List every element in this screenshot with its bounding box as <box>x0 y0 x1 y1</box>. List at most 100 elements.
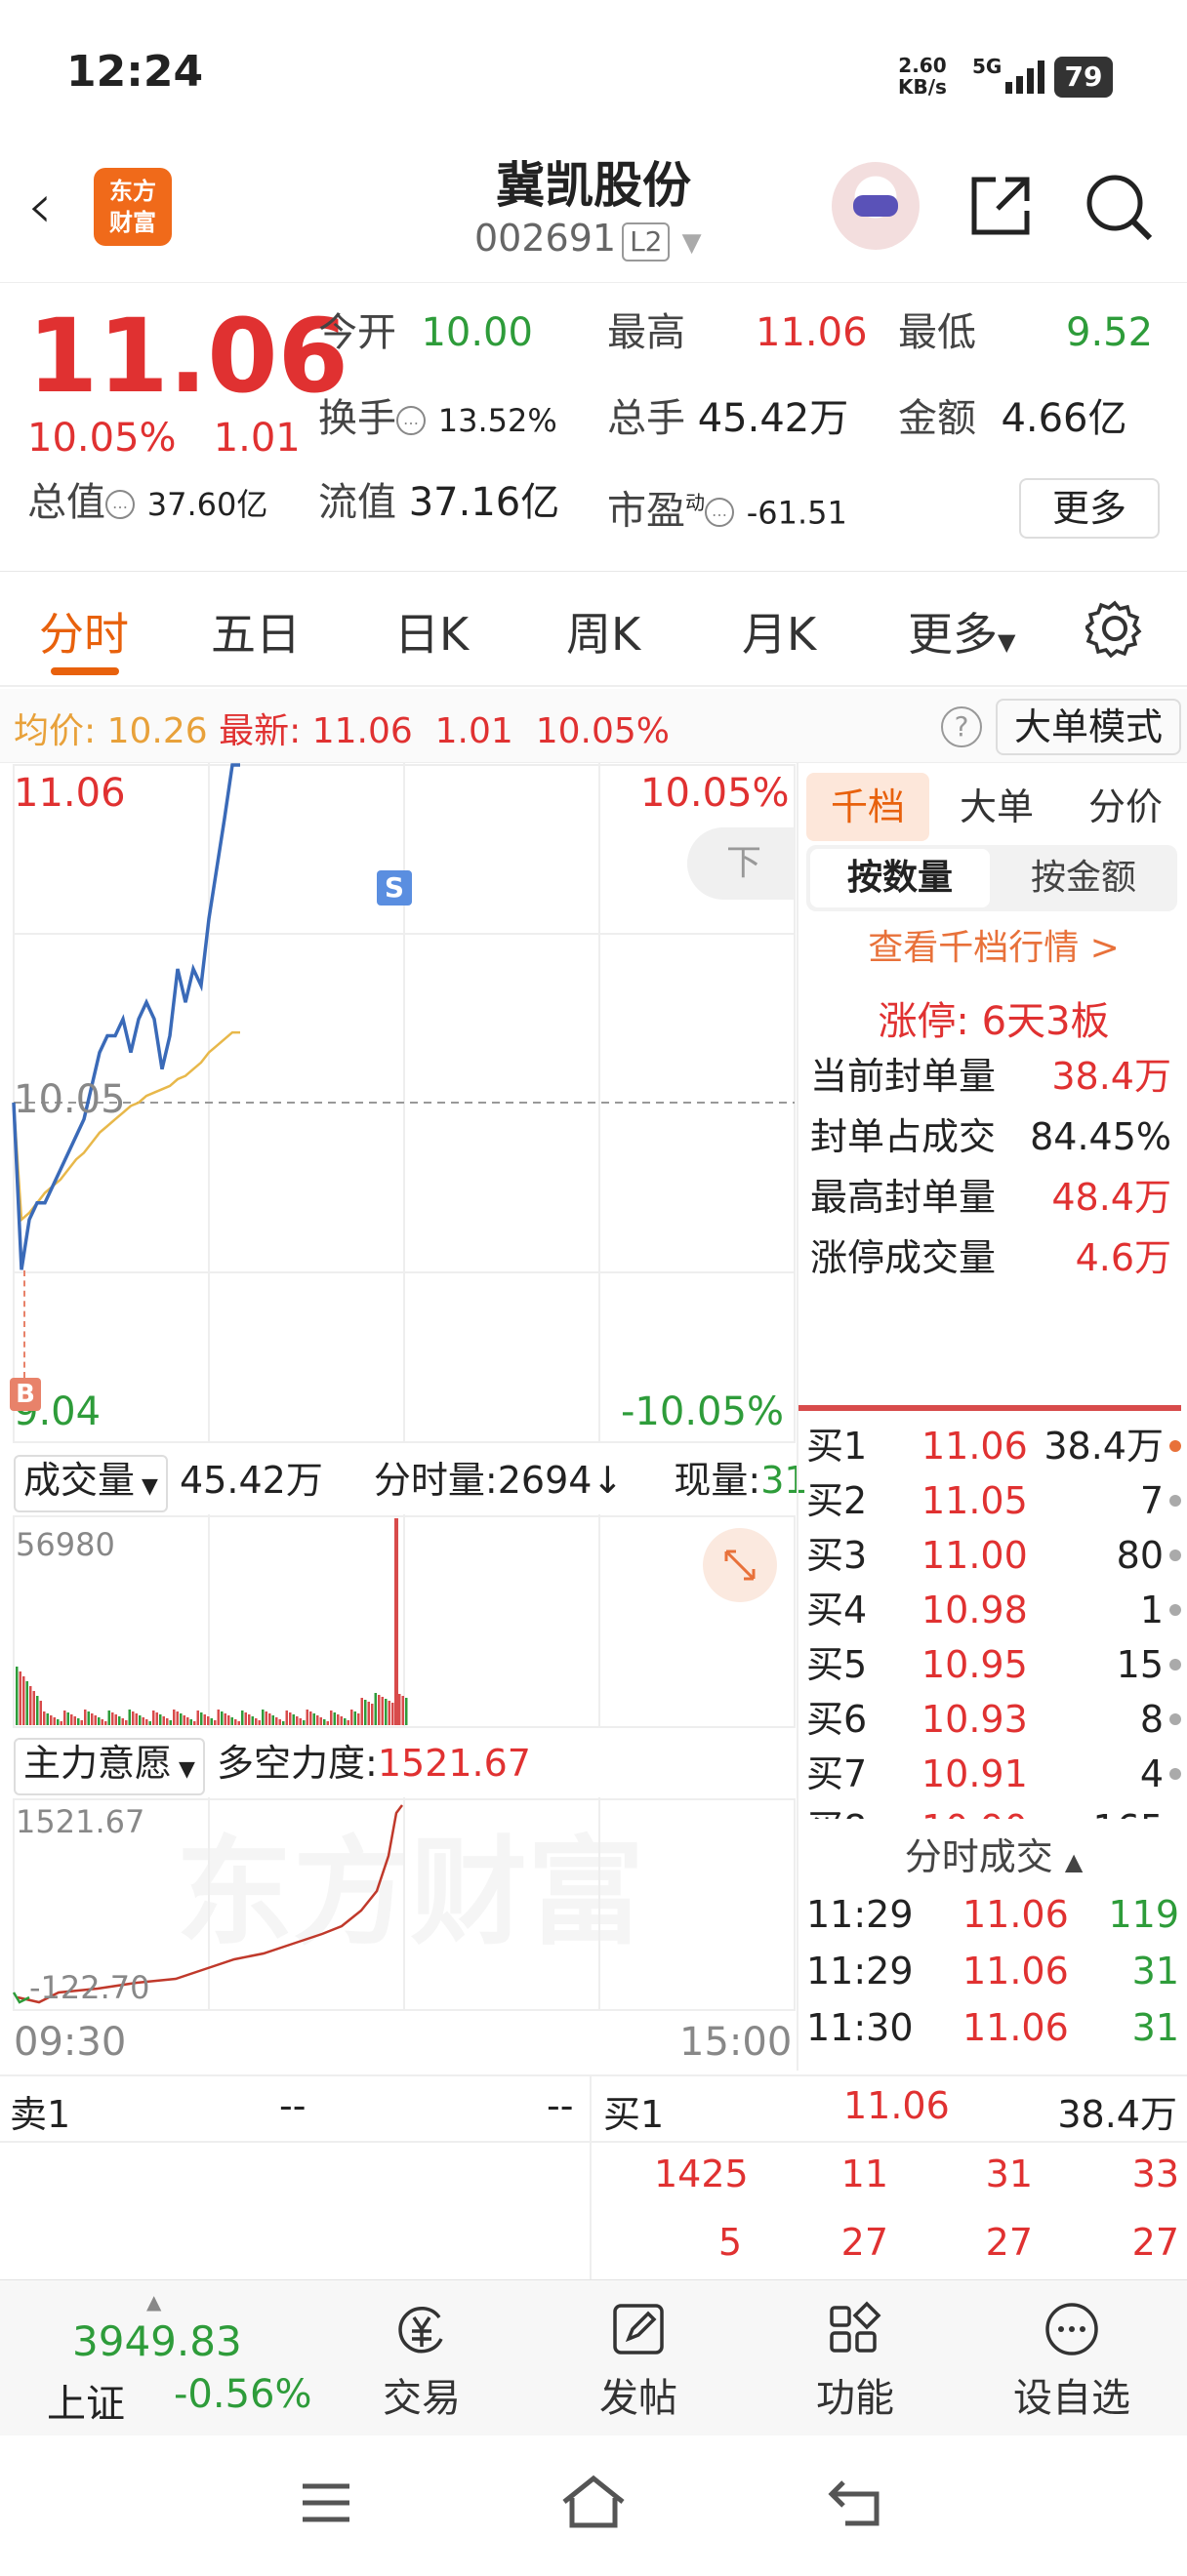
stock-code-selector[interactable]: 002691 L2 ▼ <box>474 217 702 262</box>
volume-bar <box>319 1717 322 1725</box>
tab-intraday[interactable]: 分时 <box>39 599 129 664</box>
tab-big-orders[interactable]: 大单 <box>935 773 1058 841</box>
float-label: 流值 <box>318 480 396 525</box>
trade-time: 11:29 <box>806 1893 914 1936</box>
index-name: 上证 <box>47 2382 125 2427</box>
float-stat: 流值 37.16亿 <box>318 478 559 527</box>
volume-bar <box>186 1717 189 1725</box>
back-nav-icon[interactable] <box>826 2476 886 2529</box>
volume-bar <box>350 1710 353 1725</box>
volume-bar <box>357 1713 360 1725</box>
volume-bar <box>275 1717 278 1725</box>
ob-qty: 165 <box>1092 1801 1164 1819</box>
ob-qty: 4 <box>1139 1752 1164 1795</box>
trade-row: 11:30 11.06 31 <box>806 2000 1187 2055</box>
ob-price: 11.06 <box>921 1425 1028 1468</box>
expand-icon[interactable] <box>703 1528 777 1602</box>
volume-bar <box>98 1717 101 1725</box>
seal-row-4: 涨停成交量 4.6万 <box>810 1233 1181 1282</box>
volume-bar <box>148 1721 151 1725</box>
help-icon[interactable]: ? <box>941 706 982 747</box>
indicator-selector[interactable]: 主力意愿 ▼ <box>14 1738 205 1795</box>
volume-bar <box>73 1716 76 1725</box>
intraday-chart[interactable]: 东方财富 11.06 10.05% 10.05 9.04 -10.05% 下午 … <box>0 763 808 2071</box>
info-icon[interactable]: … <box>105 490 135 519</box>
info-icon[interactable]: … <box>705 498 734 528</box>
limit-value: 6天3板 <box>981 999 1110 1044</box>
volume-bar <box>118 1716 121 1725</box>
queue-cell: 31 <box>985 2153 1033 2195</box>
volume-bar <box>159 1714 162 1725</box>
tab-thousand-levels[interactable]: 千档 <box>806 773 929 841</box>
bottom-toolbar: ▲ 3949.83 上证 -0.56% 交易 发帖 功能 设自选 <box>0 2279 1187 2435</box>
sell-marker[interactable]: S <box>377 870 412 906</box>
volume-bar <box>36 1696 39 1725</box>
indicator-label: 主力意愿 <box>23 1742 173 1785</box>
seal-value: 84.45% <box>1030 1115 1171 1158</box>
ob-price: 11.05 <box>921 1479 1028 1522</box>
network-speed-unit: KB/s <box>898 75 947 99</box>
orderbook-row: 买4 10.98 1 <box>806 1583 1187 1637</box>
nav-post[interactable]: 发帖 <box>541 2300 736 2423</box>
tab-more[interactable]: 更多▼ <box>908 599 1015 664</box>
assistant-robot-icon[interactable] <box>832 162 920 250</box>
avg-label: 均价: <box>14 711 97 751</box>
tick-volume-label: 分时量: <box>373 1459 498 1502</box>
volume-bar <box>214 1720 217 1725</box>
nav-trade[interactable]: 交易 <box>324 2300 519 2423</box>
volume-bar <box>299 1718 302 1725</box>
down-arrow-icon: ↓ <box>592 1459 624 1502</box>
nav-functions[interactable]: 功能 <box>757 2300 953 2423</box>
level-table[interactable]: 卖1 -- -- 买1 11.06 38.4万 1425 11 31 33 5 … <box>0 2074 1187 2281</box>
level-badge: L2 <box>622 222 671 262</box>
volume-bar <box>77 1718 80 1725</box>
tab-five-day[interactable]: 五日 <box>211 599 301 664</box>
index-ticker[interactable]: ▲ 3949.83 上证 -0.56% <box>39 2290 312 2427</box>
volume-bar <box>312 1713 315 1725</box>
edit-icon <box>613 2304 664 2355</box>
quote-panel: 11.06 10.05% 1.01 今开 10.00 最高 11.06 最低 9… <box>0 283 1187 572</box>
sell-qty: -- <box>547 2084 574 2127</box>
low-stat: 最低 <box>898 308 976 357</box>
volume-bar <box>203 1714 206 1725</box>
settings-gear-icon[interactable] <box>1085 599 1144 658</box>
price-axis-top: 11.06 <box>14 771 126 816</box>
volume-chart[interactable] <box>0 1514 797 1729</box>
volume-bar <box>32 1691 35 1725</box>
share-icon[interactable] <box>966 172 1035 240</box>
volume-selector[interactable]: 成交量 ▼ <box>14 1455 168 1512</box>
volume-bar <box>303 1720 306 1725</box>
nav-add-watchlist[interactable]: 设自选 <box>974 2300 1169 2423</box>
high-value: 11.06 <box>756 310 868 355</box>
system-nav-bar <box>0 2435 1187 2576</box>
volume-bar <box>326 1721 329 1725</box>
menu-icon[interactable] <box>299 2478 353 2527</box>
volume-bar <box>381 1697 384 1725</box>
trades-title[interactable]: 分时成交 ▲ <box>798 1827 1187 1880</box>
search-icon[interactable] <box>1084 172 1154 242</box>
view-levels-link[interactable]: 查看千档行情 > <box>798 919 1187 970</box>
orderbook-list[interactable]: 买1 11.06 38.4万 买2 11.05 7 买3 11.00 80 买4 10.98 1… <box>798 1419 1187 1819</box>
amount-label: 金额 <box>898 396 976 441</box>
volume-bar <box>125 1720 128 1725</box>
float-value: 37.16亿 <box>408 480 560 525</box>
volume-label: 总手 <box>607 396 685 441</box>
tab-weekly-k[interactable]: 周K <box>566 599 640 664</box>
afternoon-tag[interactable]: 下午 <box>687 827 795 900</box>
volume-bar <box>398 1694 401 1725</box>
tab-monthly-k[interactable]: 月K <box>742 599 816 664</box>
info-icon[interactable]: … <box>396 406 426 435</box>
index-change: -0.56% <box>174 2372 312 2417</box>
by-amount-button[interactable]: 按金额 <box>994 849 1173 907</box>
volume-label: 成交量 <box>23 1459 136 1502</box>
big-order-mode-button[interactable]: 大单模式 <box>996 699 1181 755</box>
tab-daily-k[interactable]: 日K <box>394 599 469 664</box>
trade-price: 11.06 <box>962 2006 1069 2049</box>
more-button[interactable]: 更多 <box>1019 478 1160 539</box>
home-icon[interactable] <box>558 2473 629 2531</box>
tab-price-split[interactable]: 分价 <box>1064 773 1187 841</box>
buy-marker[interactable]: B <box>10 1378 41 1411</box>
volume-bar <box>53 1717 56 1725</box>
volume-bar <box>344 1718 347 1725</box>
by-quantity-button[interactable]: 按数量 <box>810 849 990 907</box>
